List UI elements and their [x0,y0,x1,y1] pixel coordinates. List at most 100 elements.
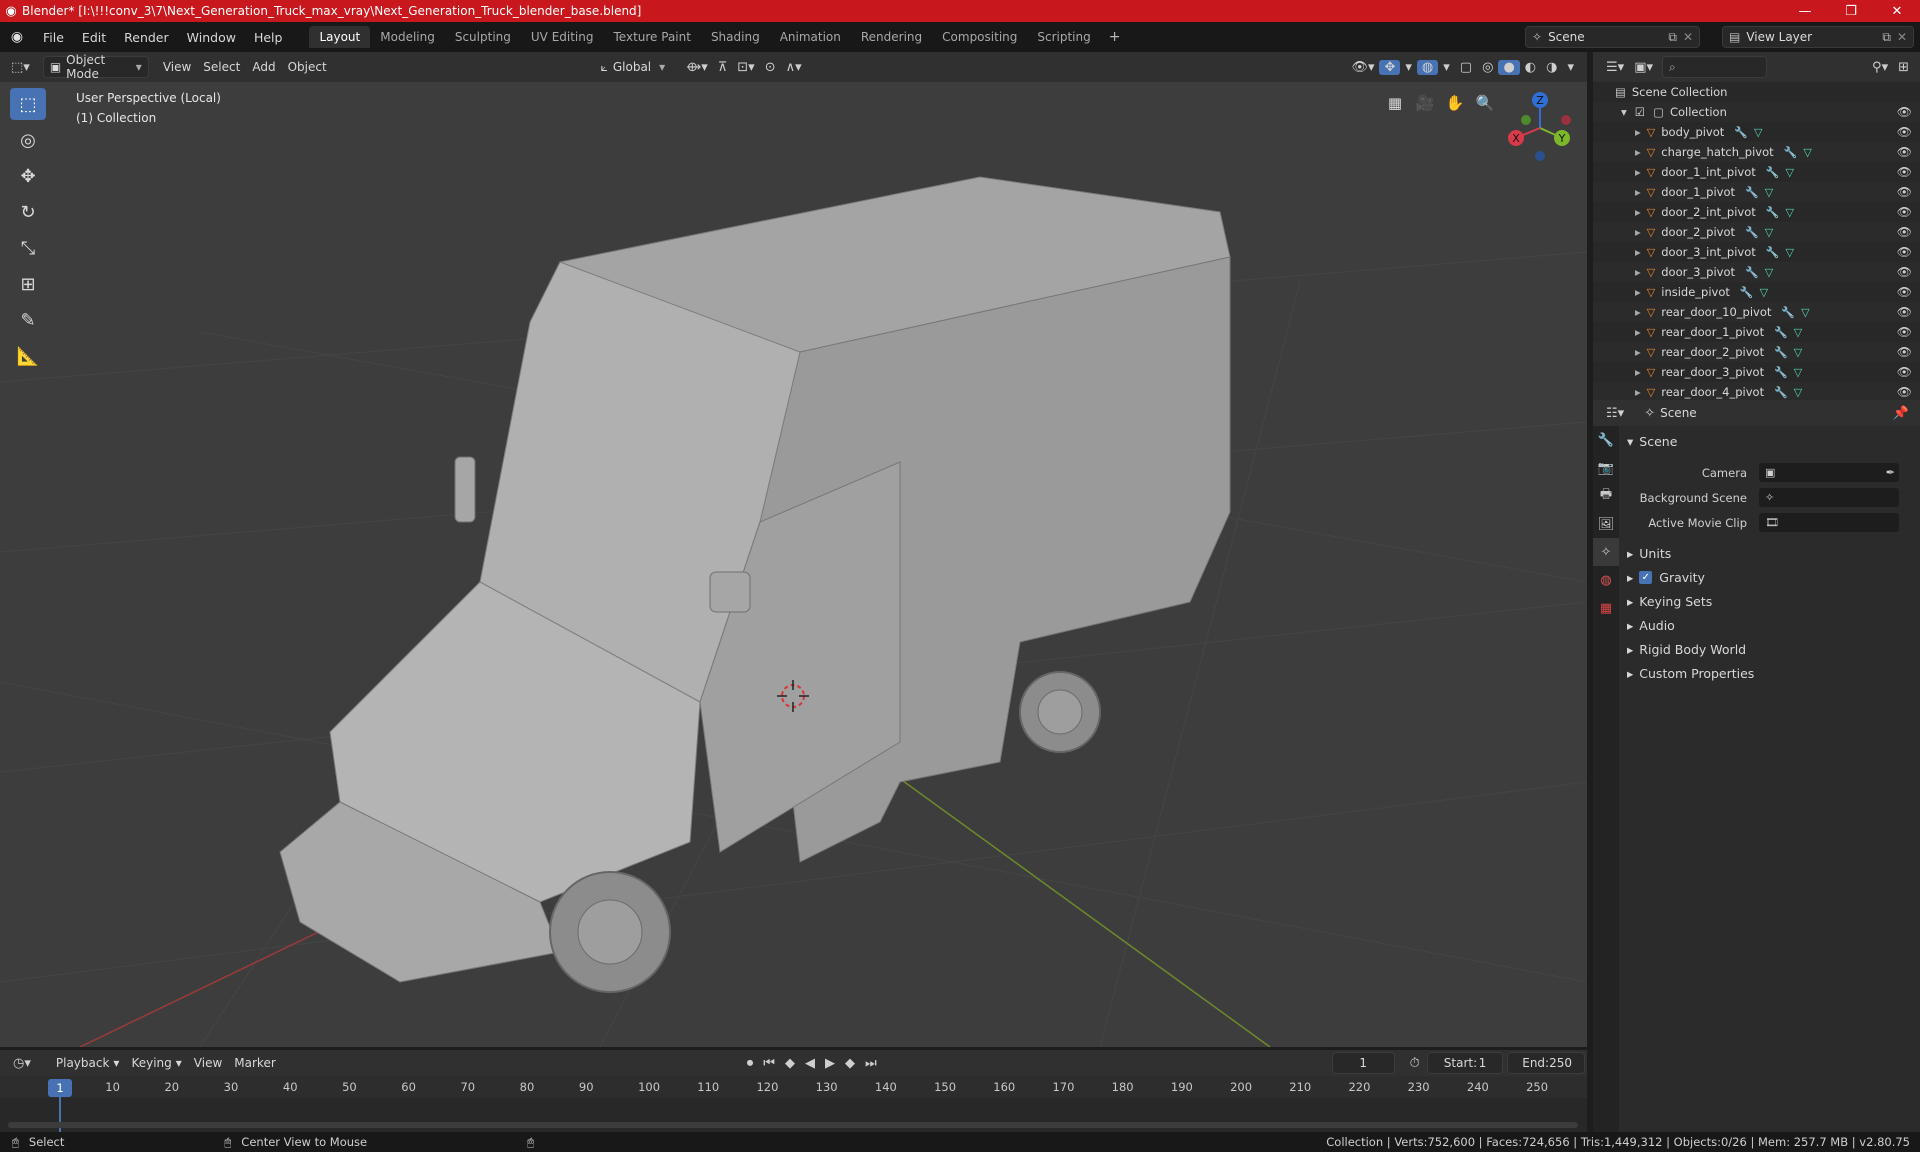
menu-object[interactable]: Object [282,56,333,78]
blender-menu-icon[interactable]: ◉ [0,29,34,45]
wrench-icon[interactable]: 🔧 [1745,226,1759,239]
start-frame-field[interactable]: Start: 1 [1426,1052,1504,1074]
tab-texture-paint[interactable]: Texture Paint [604,26,701,48]
wrench-icon[interactable]: 🔧 [1740,286,1754,299]
audio-panel[interactable]: ▸ Audio [1619,613,1920,637]
camera-input[interactable]: ▣ ✒ [1759,463,1899,482]
zoom-view-icon[interactable]: 🔍 [1470,88,1500,118]
expand-icon[interactable]: ▸ [1635,265,1641,279]
tab-uv-editing[interactable]: UV Editing [521,26,604,48]
pan-view-icon[interactable]: ✋ [1440,88,1470,118]
snap-target-icon[interactable]: ⊡▾ [732,60,759,75]
new-collection-icon[interactable]: ⊞ [1893,60,1914,75]
expand-icon[interactable]: ▸ [1635,245,1641,259]
play-reverse-icon[interactable]: ◀ [800,1056,820,1071]
expand-icon[interactable]: ▸ [1635,185,1641,199]
wrench-icon[interactable]: 🔧 [1734,126,1748,139]
timeline-scrollbar[interactable] [8,1122,1578,1128]
outliner-item[interactable]: ▸ ▽ door_3_int_pivot 🔧 ▽ 👁 [1593,242,1920,262]
mesh-data-icon[interactable]: ▽ [1794,326,1802,339]
output-tab-icon[interactable]: 🖶 [1593,482,1619,510]
wrench-icon[interactable]: 🔧 [1784,146,1798,159]
play-icon[interactable]: ▶ [820,1056,840,1071]
pin-icon[interactable]: 📌 [1888,406,1914,421]
expand-icon[interactable]: ▸ [1635,285,1641,299]
outliner-collection[interactable]: ▾ ☑ ▢ Collection 👁 [1593,102,1920,122]
wrench-icon[interactable]: 🔧 [1774,386,1788,399]
menu-help[interactable]: Help [245,30,292,45]
view-layer-selector[interactable]: ▤ View Layer ⧉ ✕ [1722,26,1914,48]
navigation-gizmo[interactable]: Z Y X [1500,88,1580,168]
visibility-icon[interactable]: 👁▾ [1346,60,1379,75]
remove-icon[interactable]: ✕ [1683,30,1693,44]
toggle-perspective-icon[interactable]: ▦ [1380,88,1410,118]
outliner-item[interactable]: ▸ ▽ door_2_int_pivot 🔧 ▽ 👁 [1593,202,1920,222]
proportional-edit-icon[interactable]: ⊙ [760,60,781,75]
mesh-data-icon[interactable]: ▽ [1754,126,1762,139]
gizmo-dropdown-icon[interactable]: ▾ [1400,60,1417,75]
outliner-item[interactable]: ▸ ▽ rear_door_10_pivot 🔧 ▽ 👁 [1593,302,1920,322]
menu-playback[interactable]: Playback ▾ [50,1052,126,1074]
expand-icon[interactable]: ▸ [1635,305,1641,319]
mesh-data-icon[interactable]: ▽ [1785,246,1793,259]
current-frame-indicator[interactable]: 1 [48,1079,72,1097]
wrench-icon[interactable]: 🔧 [1745,186,1759,199]
mode-dropdown[interactable]: ▣ Object Mode ▾ [42,53,149,81]
rotate-tool-icon[interactable]: ↻ [10,196,46,228]
tab-shading[interactable]: Shading [701,26,770,48]
wrench-icon[interactable]: 🔧 [1745,266,1759,279]
outliner-editor-icon[interactable]: ☰▾ [1601,60,1629,75]
view-layer-tab-icon[interactable]: 🖼 [1593,510,1619,538]
tab-scripting[interactable]: Scripting [1027,26,1100,48]
outliner-item[interactable]: ▸ ▽ door_1_pivot 🔧 ▽ 👁 [1593,182,1920,202]
eye-icon[interactable]: 👁 [1897,325,1912,339]
expand-icon[interactable]: ▸ [1635,345,1641,359]
mesh-data-icon[interactable]: ▽ [1760,286,1768,299]
eyedropper-icon[interactable]: ✒ [1886,466,1895,479]
copy-icon[interactable]: ⧉ [1668,30,1677,45]
snap-icon[interactable]: ⊼ [713,60,733,75]
outliner-item[interactable]: ▸ ▽ door_2_pivot 🔧 ▽ 👁 [1593,222,1920,242]
minimize-button[interactable]: — [1782,0,1828,22]
eye-icon[interactable]: 👁 [1897,105,1912,119]
units-panel[interactable]: ▸ Units [1619,541,1920,565]
rigid-body-world-panel[interactable]: ▸ Rigid Body World [1619,637,1920,661]
expand-icon[interactable]: ▸ [1635,365,1641,379]
tool-tab-icon[interactable]: 🔧 [1593,426,1619,454]
wireframe-shading-icon[interactable]: ◎ [1477,60,1498,75]
add-workspace-icon[interactable]: + [1101,29,1129,45]
overlays-icon[interactable]: ◍ [1416,59,1439,75]
expand-icon[interactable]: ▸ [1635,325,1641,339]
select-box-tool-icon[interactable]: ⬚ [10,88,46,120]
custom-properties-panel[interactable]: ▸ Custom Properties [1619,661,1920,685]
mesh-data-icon[interactable]: ▽ [1765,266,1773,279]
next-keyframe-icon[interactable]: ◆ [840,1056,860,1071]
eye-icon[interactable]: 👁 [1897,285,1912,299]
texture-tab-icon[interactable]: ▦ [1593,594,1619,622]
3d-viewport[interactable]: User Perspective (Local) (1) Collection … [0,82,1587,1047]
editor-type-icon[interactable]: ⬚▾ [6,60,35,75]
mesh-data-icon[interactable]: ▽ [1794,386,1802,399]
eye-icon[interactable]: 👁 [1897,265,1912,279]
outliner-item[interactable]: ▸ ▽ rear_door_1_pivot 🔧 ▽ 👁 [1593,322,1920,342]
prev-keyframe-icon[interactable]: ◆ [780,1056,800,1071]
menu-view[interactable]: View [157,56,197,78]
checkbox-icon[interactable]: ☑ [1635,105,1645,119]
menu-timeline-view[interactable]: View [188,1052,228,1074]
tab-sculpting[interactable]: Sculpting [445,26,521,48]
rendered-shading-icon[interactable]: ◑ [1541,60,1562,75]
wrench-icon[interactable]: 🔧 [1766,206,1780,219]
outliner-item[interactable]: ▸ ▽ rear_door_4_pivot 🔧 ▽ 👁 [1593,382,1920,400]
wrench-icon[interactable]: 🔧 [1781,306,1795,319]
camera-view-icon[interactable]: 🎥 [1410,88,1440,118]
record-icon[interactable]: ⏺ [742,1056,759,1071]
eye-icon[interactable]: 👁 [1897,125,1912,139]
tab-modeling[interactable]: Modeling [370,26,445,48]
jump-start-icon[interactable]: ⏮ [758,1056,780,1071]
solid-shading-icon[interactable]: ● [1498,59,1520,75]
outliner-item[interactable]: ▸ ▽ inside_pivot 🔧 ▽ 👁 [1593,282,1920,302]
move-tool-icon[interactable]: ✥ [10,160,46,192]
wrench-icon[interactable]: 🔧 [1766,246,1780,259]
eye-icon[interactable]: 👁 [1897,145,1912,159]
tab-animation[interactable]: Animation [770,26,851,48]
